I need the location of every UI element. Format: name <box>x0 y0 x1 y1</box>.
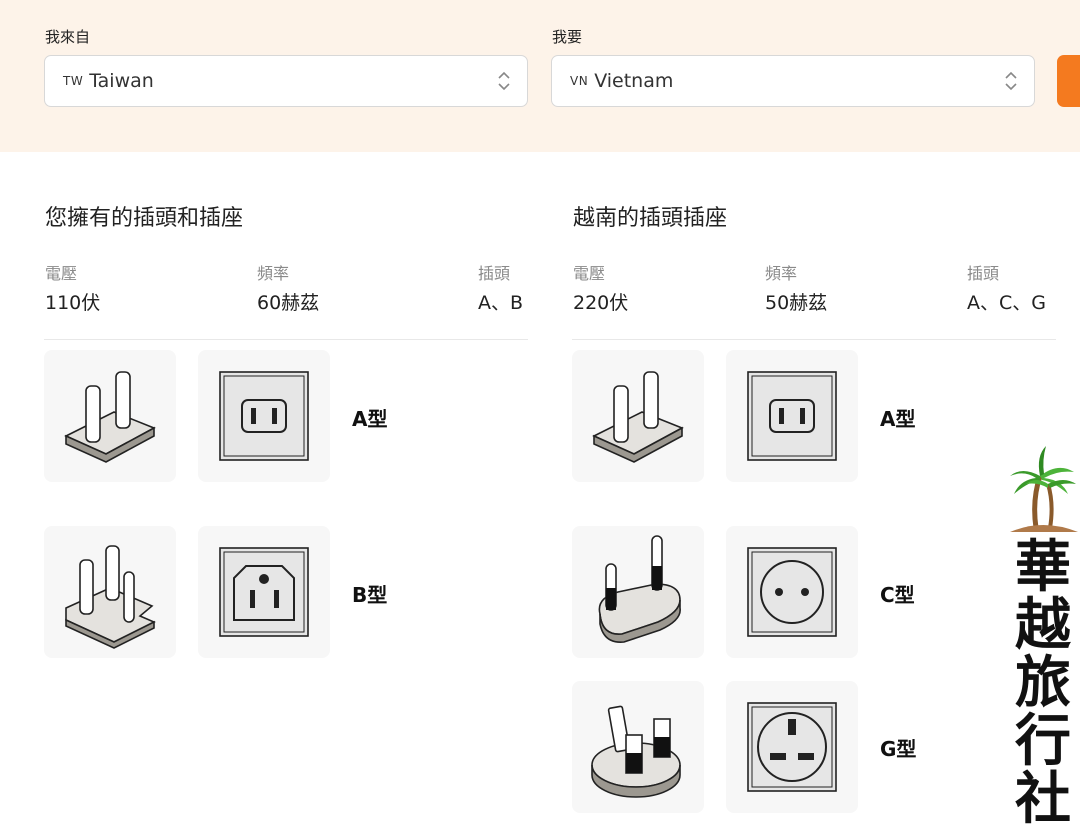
logo-char: 越 <box>1015 592 1071 658</box>
right-divider <box>572 339 1056 340</box>
right-voltage-label: 電壓 <box>573 264 606 283</box>
logo-char: 旅 <box>1015 650 1071 716</box>
socket-a-tile <box>198 350 330 482</box>
socket-a-tile <box>726 350 858 482</box>
left-voltage-label: 電壓 <box>45 264 78 283</box>
left-column-title: 您擁有的插頭和插座 <box>45 206 244 231</box>
palm-tree-icon <box>1010 446 1078 532</box>
socket-a-icon <box>747 371 837 461</box>
plug-a-tile <box>572 350 704 482</box>
plug-a-icon <box>64 371 156 463</box>
from-country-value: Taiwan <box>89 70 154 92</box>
from-label: 我來自 <box>45 28 91 46</box>
to-label: 我要 <box>552 28 583 46</box>
socket-c-tile <box>726 526 858 658</box>
logo-char: 華 <box>1015 534 1071 600</box>
socket-a-icon <box>219 371 309 461</box>
plug-b-tile <box>44 526 176 658</box>
left-plug-label: 插頭 <box>478 264 511 283</box>
logo-text: 華 越 旅 行 社 <box>1006 538 1080 828</box>
socket-g-tile <box>726 681 858 813</box>
plug-b-icon <box>65 545 156 649</box>
right-type-g-label: G型 <box>880 737 917 761</box>
socket-c-icon <box>747 547 837 637</box>
plug-g-icon <box>591 705 681 798</box>
right-plug-label: 插頭 <box>967 264 1000 283</box>
plug-c-icon <box>598 535 681 643</box>
from-country-code: TW <box>63 74 84 88</box>
to-country-select[interactable]: VN Vietnam <box>551 55 1035 107</box>
plug-a-tile <box>44 350 176 482</box>
plug-g-tile <box>572 681 704 813</box>
socket-b-tile <box>198 526 330 658</box>
right-frequency-value: 50赫茲 <box>765 292 828 314</box>
left-type-b-label: B型 <box>352 583 388 607</box>
right-type-c-label: C型 <box>880 583 915 607</box>
logo-char: 行 <box>1015 708 1071 774</box>
plug-c-tile <box>572 526 704 658</box>
left-voltage-value: 110伏 <box>45 292 101 314</box>
to-country-code: VN <box>570 74 589 88</box>
travel-agency-logo: 華 越 旅 行 社 <box>1006 440 1080 831</box>
socket-b-icon <box>219 547 309 637</box>
logo-char: 社 <box>1015 766 1071 832</box>
submit-button[interactable] <box>1057 55 1080 107</box>
right-frequency-label: 頻率 <box>765 264 798 283</box>
plug-a-icon <box>592 371 684 463</box>
right-voltage-value: 220伏 <box>573 292 629 314</box>
left-plug-value: A、B <box>478 292 524 314</box>
from-country-select[interactable]: TW Taiwan <box>44 55 528 107</box>
left-type-a-label: A型 <box>352 407 388 431</box>
header-bar: 我來自 TW Taiwan 我要 VN Vietnam <box>0 0 1080 152</box>
left-frequency-label: 頻率 <box>257 264 290 283</box>
right-plug-value: A、C、G <box>967 292 1046 314</box>
left-divider <box>44 339 528 340</box>
socket-g-icon <box>747 702 837 792</box>
to-country-value: Vietnam <box>594 70 674 92</box>
right-type-a-label: A型 <box>880 407 916 431</box>
chevron-updown-icon <box>498 71 510 91</box>
left-frequency-value: 60赫茲 <box>257 292 320 314</box>
chevron-updown-icon <box>1005 71 1017 91</box>
right-column-title: 越南的插頭插座 <box>573 206 728 231</box>
